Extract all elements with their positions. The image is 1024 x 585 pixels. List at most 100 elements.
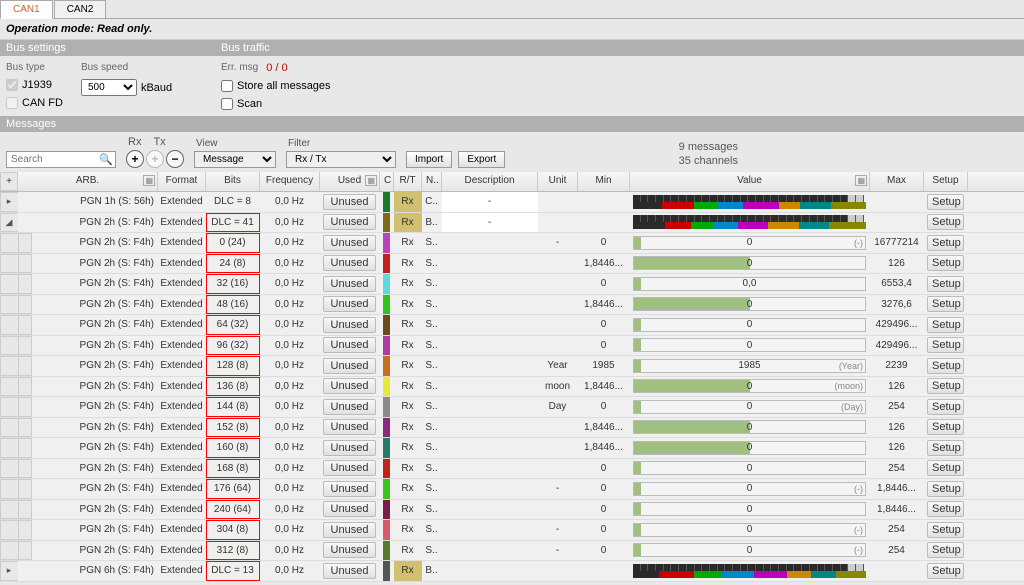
color-swatch[interactable]	[383, 213, 390, 233]
column-expand-icon[interactable]: ▦	[365, 175, 377, 186]
color-swatch[interactable]	[383, 295, 390, 315]
column-header[interactable]: Bits	[206, 172, 260, 191]
scan-checkbox[interactable]: Scan	[221, 98, 331, 110]
setup-button[interactable]: Setup	[927, 214, 964, 230]
add-rx-button[interactable]: +	[126, 150, 144, 168]
setup-button[interactable]: Setup	[927, 419, 964, 435]
setup-button[interactable]: Setup	[927, 563, 964, 579]
setup-button[interactable]: Setup	[927, 460, 964, 476]
table-row[interactable]: PGN 2h (S: F4h)Extended64 (32)0,0 HzUnus…	[0, 315, 1024, 336]
column-header[interactable]: Format	[158, 172, 206, 191]
column-expand-icon[interactable]: ▦	[855, 175, 867, 186]
setup-button[interactable]: Setup	[927, 255, 964, 271]
table-row[interactable]: PGN 2h (S: F4h)Extended0 (24)0,0 HzUnuse…	[0, 233, 1024, 254]
setup-button[interactable]: Setup	[927, 358, 964, 374]
used-button[interactable]: Unused	[323, 255, 376, 271]
used-button[interactable]: Unused	[323, 378, 376, 394]
table-row[interactable]: ▸PGN 1h (S: 56h)ExtendedDLC = 80,0 HzUnu…	[0, 192, 1024, 213]
expand-toggle[interactable]: ▸	[0, 561, 18, 581]
setup-button[interactable]: Setup	[927, 235, 964, 251]
j1939-checkbox[interactable]: J1939	[6, 79, 63, 91]
color-swatch[interactable]	[383, 459, 390, 479]
setup-button[interactable]: Setup	[927, 501, 964, 517]
used-button[interactable]: Unused	[323, 235, 376, 251]
used-button[interactable]: Unused	[323, 296, 376, 312]
table-row[interactable]: PGN 2h (S: F4h)Extended24 (8)0,0 HzUnuse…	[0, 254, 1024, 275]
used-button[interactable]: Unused	[323, 214, 376, 230]
color-swatch[interactable]	[383, 336, 390, 356]
column-expand-icon[interactable]: ▦	[143, 175, 155, 186]
used-button[interactable]: Unused	[323, 194, 376, 210]
tab-can1[interactable]: CAN1	[0, 0, 53, 19]
setup-button[interactable]: Setup	[927, 399, 964, 415]
table-row[interactable]: PGN 2h (S: F4h)Extended144 (8)0,0 HzUnus…	[0, 397, 1024, 418]
tab-can2[interactable]: CAN2	[54, 0, 107, 18]
setup-button[interactable]: Setup	[927, 276, 964, 292]
export-button[interactable]: Export	[458, 151, 505, 168]
setup-button[interactable]: Setup	[927, 481, 964, 497]
column-header[interactable]: Min	[578, 172, 630, 191]
table-row[interactable]: PGN 2h (S: F4h)Extended168 (8)0,0 HzUnus…	[0, 459, 1024, 480]
view-select[interactable]: Message	[194, 151, 276, 168]
used-button[interactable]: Unused	[323, 481, 376, 497]
table-row[interactable]: PGN 2h (S: F4h)Extended176 (64)0,0 HzUnu…	[0, 479, 1024, 500]
color-swatch[interactable]	[383, 500, 390, 520]
column-header[interactable]: Used▦	[320, 172, 380, 191]
color-swatch[interactable]	[383, 233, 390, 253]
table-row[interactable]: ◢PGN 2h (S: F4h)ExtendedDLC = 410,0 HzUn…	[0, 213, 1024, 234]
used-button[interactable]: Unused	[323, 501, 376, 517]
column-header[interactable]: Frequency	[260, 172, 320, 191]
table-row[interactable]: PGN 2h (S: F4h)Extended312 (8)0,0 HzUnus…	[0, 541, 1024, 562]
column-header[interactable]: N..	[422, 172, 442, 191]
color-swatch[interactable]	[383, 520, 390, 540]
setup-button[interactable]: Setup	[927, 440, 964, 456]
column-header[interactable]: Setup	[924, 172, 968, 191]
used-button[interactable]: Unused	[323, 317, 376, 333]
import-button[interactable]: Import	[406, 151, 452, 168]
color-swatch[interactable]	[383, 192, 390, 212]
store-all-checkbox[interactable]: Store all messages	[221, 80, 331, 92]
setup-button[interactable]: Setup	[927, 378, 964, 394]
color-swatch[interactable]	[383, 397, 390, 417]
table-row[interactable]: PGN 2h (S: F4h)Extended128 (8)0,0 HzUnus…	[0, 356, 1024, 377]
column-header[interactable]: Unit	[538, 172, 578, 191]
table-row[interactable]: PGN 2h (S: F4h)Extended160 (8)0,0 HzUnus…	[0, 438, 1024, 459]
setup-button[interactable]: Setup	[927, 194, 964, 210]
used-button[interactable]: Unused	[323, 276, 376, 292]
table-row[interactable]: PGN 2h (S: F4h)Extended96 (32)0,0 HzUnus…	[0, 336, 1024, 357]
expand-toggle[interactable]: ◢	[0, 213, 18, 233]
color-swatch[interactable]	[383, 254, 390, 274]
used-button[interactable]: Unused	[323, 440, 376, 456]
used-button[interactable]: Unused	[323, 399, 376, 415]
setup-button[interactable]: Setup	[927, 317, 964, 333]
column-header[interactable]: C	[380, 172, 394, 191]
color-swatch[interactable]	[383, 356, 390, 376]
column-header[interactable]: Value▦	[630, 172, 870, 191]
table-row[interactable]: PGN 2h (S: F4h)Extended152 (8)0,0 HzUnus…	[0, 418, 1024, 439]
filter-select[interactable]: Rx / Tx	[286, 151, 396, 168]
used-button[interactable]: Unused	[323, 419, 376, 435]
canfd-checkbox[interactable]: CAN FD	[6, 97, 63, 109]
table-row[interactable]: PGN 2h (S: F4h)Extended48 (16)0,0 HzUnus…	[0, 295, 1024, 316]
color-swatch[interactable]	[383, 438, 390, 458]
color-swatch[interactable]	[383, 561, 390, 581]
setup-button[interactable]: Setup	[927, 542, 964, 558]
color-swatch[interactable]	[383, 315, 390, 335]
column-header[interactable]: Description	[442, 172, 538, 191]
used-button[interactable]: Unused	[323, 337, 376, 353]
search-icon[interactable]: 🔍	[99, 153, 113, 166]
color-swatch[interactable]	[383, 377, 390, 397]
column-header[interactable]: +	[0, 172, 18, 191]
used-button[interactable]: Unused	[323, 542, 376, 558]
color-swatch[interactable]	[383, 418, 390, 438]
color-swatch[interactable]	[383, 479, 390, 499]
table-row[interactable]: ▸PGN 6h (S: F4h)ExtendedDLC = 130,0 HzUn…	[0, 561, 1024, 582]
setup-button[interactable]: Setup	[927, 522, 964, 538]
column-header[interactable]: Max	[870, 172, 924, 191]
used-button[interactable]: Unused	[323, 358, 376, 374]
column-header[interactable]: ARB.▦	[18, 172, 158, 191]
table-row[interactable]: PGN 2h (S: F4h)Extended240 (64)0,0 HzUnu…	[0, 500, 1024, 521]
used-button[interactable]: Unused	[323, 522, 376, 538]
used-button[interactable]: Unused	[323, 460, 376, 476]
expand-toggle[interactable]: ▸	[0, 192, 18, 212]
